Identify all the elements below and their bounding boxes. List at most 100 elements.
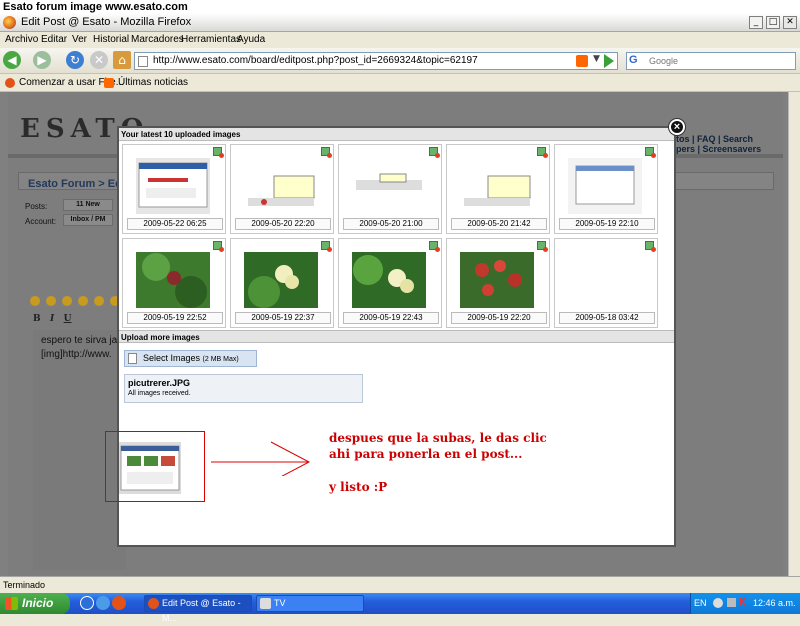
tray-arrow-icon[interactable]: [713, 598, 723, 608]
insert-image-icon[interactable]: [645, 147, 656, 158]
image-tile[interactable]: 2009-05-18 03:42: [554, 238, 658, 328]
uploaded-file-info: picutrerer.JPG All images received.: [124, 374, 363, 403]
start-button[interactable]: Inicio: [0, 593, 70, 614]
topnav-row-1[interactable]: tos | FAQ | Search: [676, 134, 761, 144]
account-label: Account:: [25, 217, 57, 226]
menu-ver[interactable]: Ver: [72, 34, 87, 45]
minimize-button[interactable]: _: [749, 16, 763, 29]
image-thumbnail[interactable]: [568, 158, 642, 214]
menu-marcadores[interactable]: Marcadores: [131, 34, 184, 45]
menu-archivo[interactable]: Archivo: [5, 34, 38, 45]
antivirus-icon[interactable]: K: [739, 597, 746, 608]
image-thumbnail[interactable]: [136, 252, 210, 308]
smiley-icon[interactable]: [78, 296, 88, 306]
search-box[interactable]: G: [626, 52, 796, 70]
smiley-icon[interactable]: [46, 296, 56, 306]
image-date: 2009-05-19 22:37: [235, 312, 331, 324]
forward-arrow-icon[interactable]: ▶: [33, 51, 51, 69]
rss-feed-icon[interactable]: [576, 55, 588, 67]
image-tile[interactable]: 2009-05-19 22:43: [338, 238, 442, 328]
reload-icon[interactable]: ↻: [66, 51, 84, 69]
show-desktop-icon[interactable]: [80, 596, 94, 610]
insert-image-icon[interactable]: [213, 147, 224, 158]
insert-image-icon[interactable]: [429, 147, 440, 158]
uploaded-images-header: Your latest 10 uploaded images: [119, 128, 674, 141]
file-name: picutrerer.JPG: [128, 378, 191, 388]
smiley-icon[interactable]: [62, 296, 72, 306]
smiley-icon[interactable]: [94, 296, 104, 306]
underline-icon[interactable]: U: [64, 314, 72, 324]
upload-status: All images received.: [128, 390, 191, 397]
url-text[interactable]: http://www.esato.com/board/editpost.php?…: [153, 55, 478, 66]
breadcrumb[interactable]: Esato Forum > Edit: [28, 178, 129, 190]
network-icon[interactable]: [727, 598, 736, 607]
insert-image-icon[interactable]: [537, 241, 548, 252]
bookmarks-toolbar: Comenzar a usar Fire... Últimas noticias: [0, 74, 800, 92]
insert-image-icon[interactable]: [321, 241, 332, 252]
image-thumbnail[interactable]: [244, 252, 318, 308]
taskbar-firefox-window[interactable]: Edit Post @ Esato - M...: [144, 595, 252, 623]
menu-editar[interactable]: Editar: [41, 34, 67, 45]
image-caption: Esato forum image www.esato.com: [0, 0, 800, 14]
insert-image-icon[interactable]: [429, 241, 440, 252]
chevron-down-icon[interactable]: ▼: [593, 54, 600, 64]
close-window-button[interactable]: ✕: [783, 16, 797, 29]
image-tile[interactable]: 2009-05-19 22:20: [446, 238, 550, 328]
insert-image-icon[interactable]: [213, 241, 224, 252]
menu-herramientas[interactable]: Herramientas: [181, 34, 241, 45]
maximize-button[interactable]: □: [766, 16, 780, 29]
image-thumbnail[interactable]: [460, 158, 534, 214]
go-arrow-icon[interactable]: [604, 54, 614, 68]
italic-icon[interactable]: I: [50, 314, 54, 324]
google-search-icon[interactable]: G: [629, 54, 642, 68]
image-date: 2009-05-20 22:20: [235, 218, 331, 230]
tv-app-icon: [260, 598, 271, 609]
bold-icon[interactable]: B: [33, 314, 41, 324]
menu-historial[interactable]: Historial: [93, 34, 129, 45]
posts-new-link[interactable]: 11 New: [63, 199, 113, 211]
image-tile[interactable]: 2009-05-20 21:00: [338, 144, 442, 234]
image-thumbnail[interactable]: [136, 158, 210, 214]
window-title: Edit Post @ Esato - Mozilla Firefox: [21, 16, 192, 28]
menu-ayuda[interactable]: Ayuda: [237, 34, 265, 45]
insert-image-icon[interactable]: [321, 147, 332, 158]
address-bar[interactable]: http://www.esato.com/board/editpost.php?…: [134, 52, 618, 70]
image-thumbnail[interactable]: [352, 252, 426, 308]
bookmark-latest-news[interactable]: Últimas noticias: [118, 77, 188, 88]
image-date: 2009-05-19 22:52: [127, 312, 223, 324]
insert-image-icon[interactable]: [537, 147, 548, 158]
image-thumbnail[interactable]: [460, 252, 534, 308]
inbox-pm-link[interactable]: Inbox / PM: [63, 214, 113, 226]
smiley-icon[interactable]: [30, 296, 40, 306]
image-tile[interactable]: 2009-05-19 22:37: [230, 238, 334, 328]
image-date: 2009-05-22 06:25: [127, 218, 223, 230]
image-tile[interactable]: 2009-05-22 06:25: [122, 144, 226, 234]
select-images-button[interactable]: Select Images (2 MB Max): [124, 350, 257, 367]
editor-line-1: espero te sirva ja: [41, 335, 118, 346]
vertical-scrollbar[interactable]: [788, 92, 800, 576]
taskbar-tv-window[interactable]: TV: [256, 595, 364, 612]
image-tile[interactable]: 2009-05-19 22:10: [554, 144, 658, 234]
search-input[interactable]: [649, 54, 779, 68]
window-title-bar[interactable]: Edit Post @ Esato - Mozilla Firefox _ □ …: [0, 14, 800, 32]
image-tile[interactable]: 2009-05-20 22:20: [230, 144, 334, 234]
image-thumbnail[interactable]: [244, 158, 318, 214]
image-date: 2009-05-20 21:42: [451, 218, 547, 230]
back-arrow-icon[interactable]: ◀: [3, 51, 21, 69]
insert-image-icon[interactable]: [645, 241, 656, 252]
firefox-quicklaunch-icon[interactable]: [112, 596, 126, 610]
close-modal-icon[interactable]: ×: [669, 119, 685, 135]
editor-line-2: [img]http://www.: [41, 349, 112, 360]
image-thumbnail[interactable]: [352, 158, 426, 214]
navigation-toolbar: ◀ ▶ ↻ ✕ ⌂ http://www.esato.com/board/edi…: [0, 48, 800, 74]
image-tile[interactable]: 2009-05-19 22:52: [122, 238, 226, 328]
image-tile[interactable]: 2009-05-20 21:42: [446, 144, 550, 234]
annotation-line-3: y listo :P: [329, 480, 388, 494]
topnav-row-2[interactable]: pers | Screensavers: [676, 144, 761, 154]
language-indicator[interactable]: EN: [694, 598, 707, 608]
stop-icon[interactable]: ✕: [90, 51, 108, 69]
home-icon[interactable]: ⌂: [113, 51, 131, 69]
windows-taskbar: Inicio Edit Post @ Esato - M... TV EN K …: [0, 593, 800, 623]
new-image-thumbnail[interactable]: [119, 442, 181, 494]
internet-explorer-icon[interactable]: [96, 596, 110, 610]
